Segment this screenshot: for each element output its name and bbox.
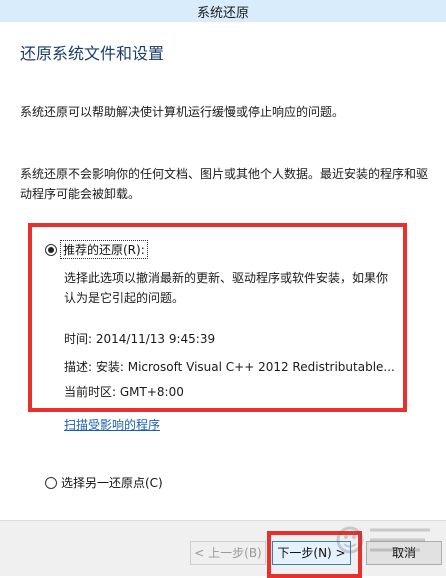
intro-text: 系统还原可以帮助解决使计算机运行缓慢或停止响应的问题。 bbox=[20, 105, 345, 119]
cancel-button[interactable]: 取消 bbox=[366, 541, 442, 565]
title-bar: 系统还原 bbox=[0, 0, 446, 22]
highlight-box-next bbox=[267, 531, 362, 578]
page-title: 还原系统文件和设置 bbox=[20, 44, 165, 63]
window-title: 系统还原 bbox=[196, 6, 249, 21]
notice-text: 系统还原不会影响你的任何文档、图片或其他个人数据。最近安装的程序和驱动程序可能会… bbox=[20, 167, 429, 201]
other-restore-point-label[interactable]: 选择另一还原点(C) bbox=[61, 474, 163, 491]
other-restore-point-radio[interactable] bbox=[45, 477, 57, 489]
back-button[interactable]: < 上一步(B) bbox=[190, 541, 266, 565]
highlight-box-recommended bbox=[28, 223, 407, 412]
scan-affected-programs-link[interactable]: 扫描受影响的程序 bbox=[64, 416, 160, 433]
